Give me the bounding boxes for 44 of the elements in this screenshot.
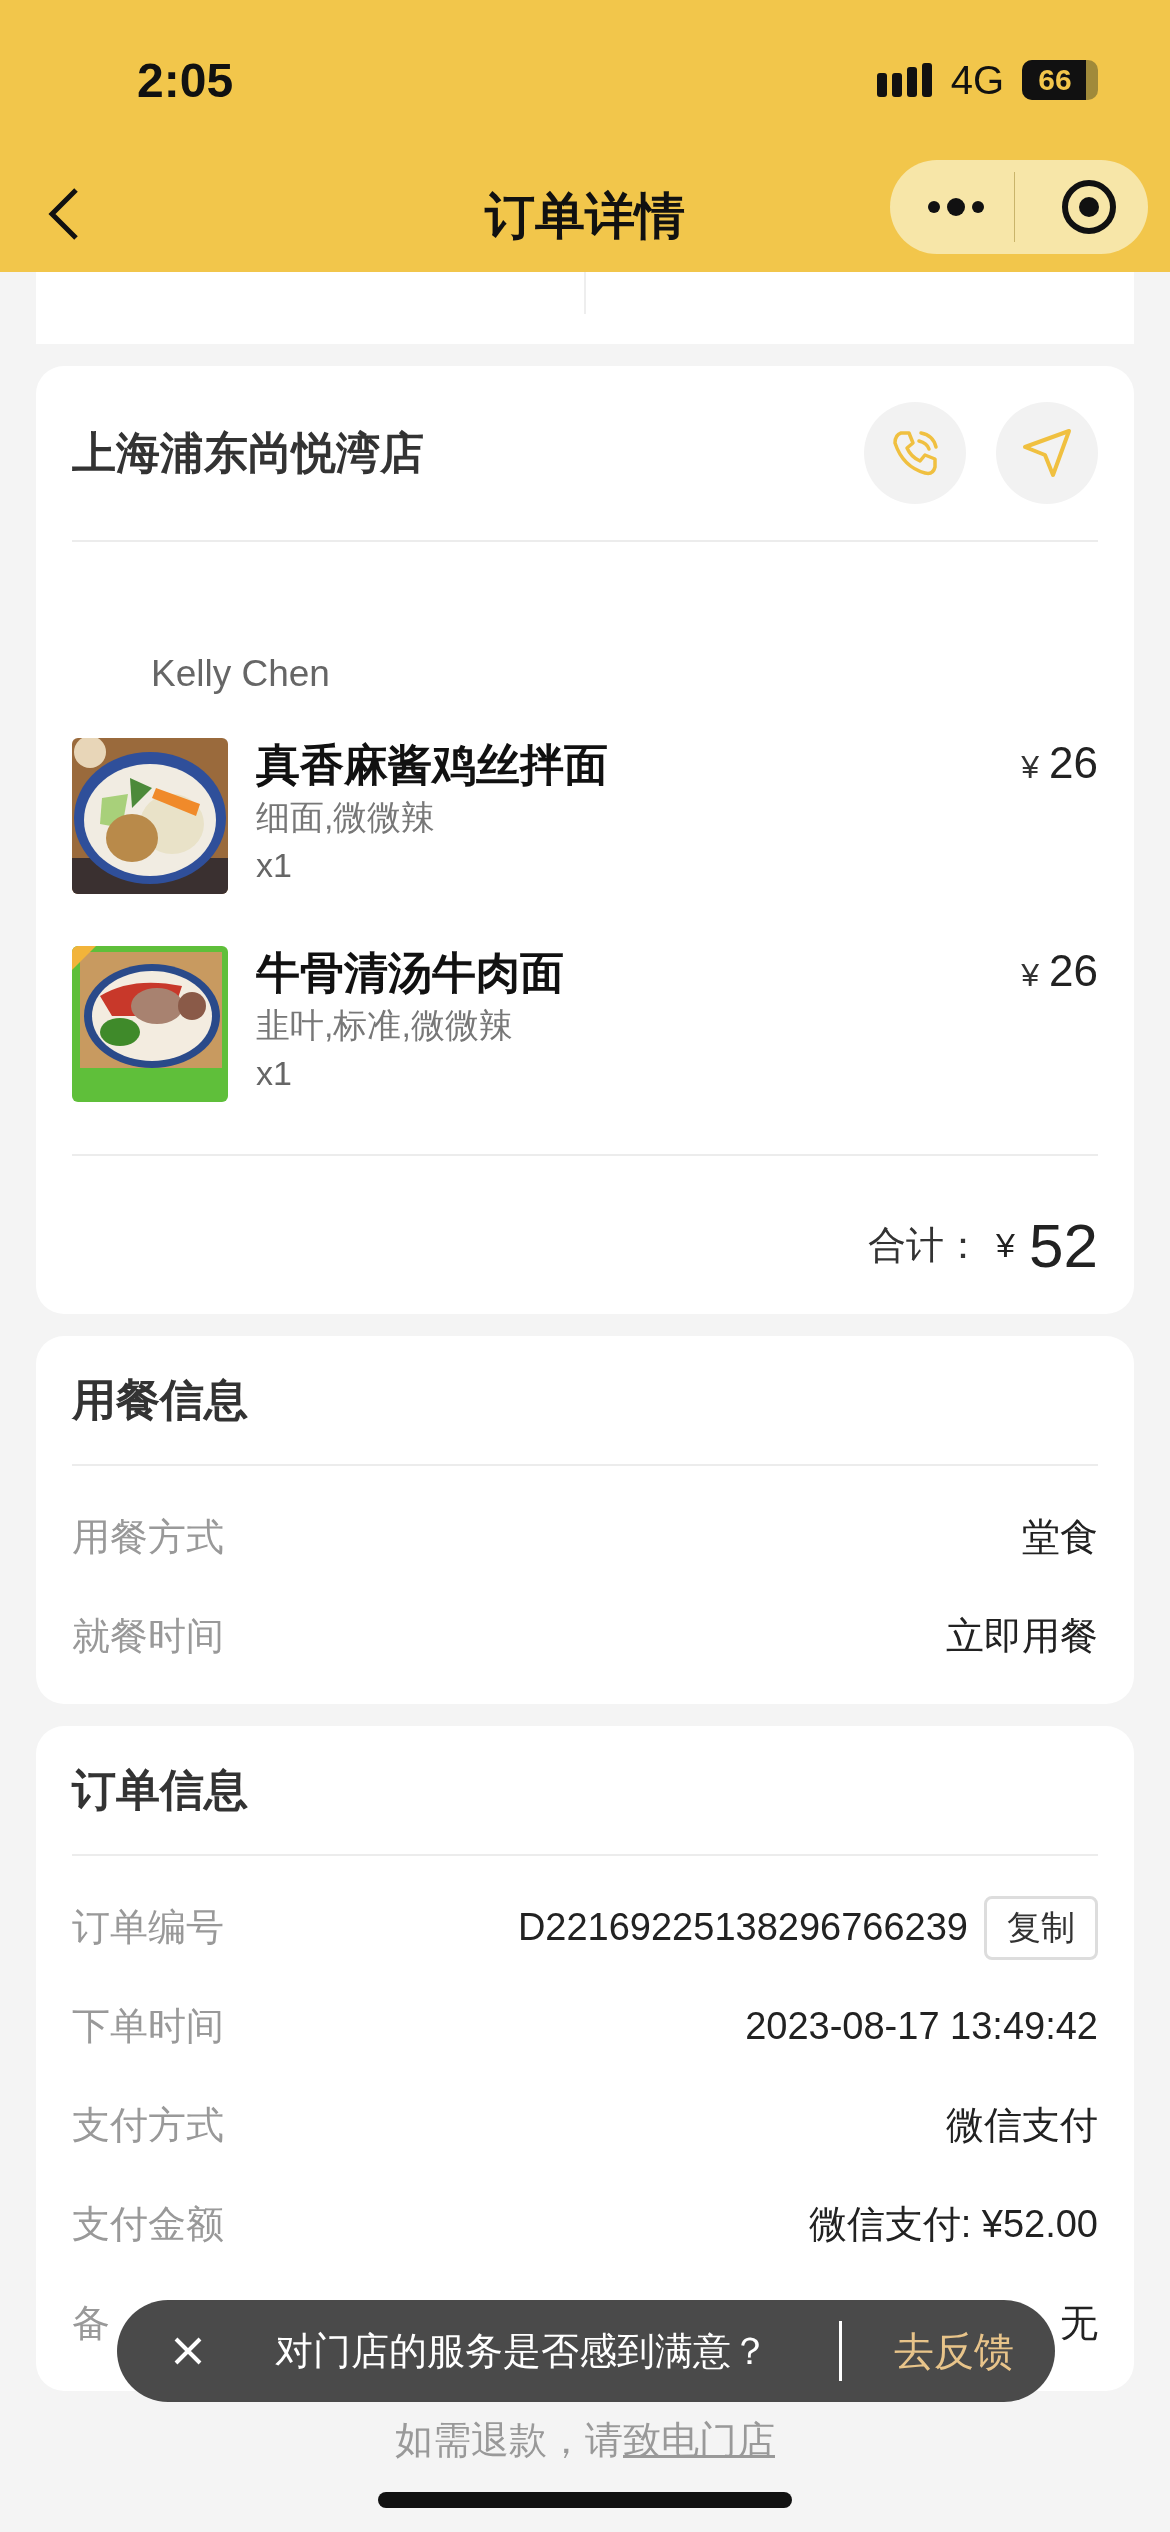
field-value: 立即用餐	[946, 1614, 1098, 1659]
dish-options: 细面,微微辣	[256, 792, 1022, 842]
field-label: 订单编号	[72, 1905, 224, 1950]
field-value: D22169225138296766239	[517, 1906, 968, 1949]
currency-symbol: ¥	[996, 1225, 1016, 1265]
battery-icon: 66	[1022, 60, 1098, 100]
dish-price: 26	[1049, 738, 1098, 788]
dish-quantity: x1	[256, 1053, 293, 1094]
refund-note: 如需退款，请致电门店	[395, 2419, 775, 2461]
field-value: 无	[1060, 2301, 1098, 2346]
field-label: 备	[72, 2301, 110, 2346]
dish-price: 26	[1049, 946, 1098, 996]
dish-options: 韭叶,标准,微微辣	[256, 1000, 1022, 1050]
field-label: 下单时间	[72, 2004, 224, 2049]
feedback-button[interactable]: 去反馈	[894, 2323, 1014, 2379]
copy-button[interactable]: 复制	[984, 1895, 1098, 1960]
toast-message: 对门店的服务是否感到满意？	[275, 2328, 769, 2374]
network-label: 4G	[950, 57, 1004, 103]
currency-symbol: ¥	[1021, 749, 1040, 786]
total-amount: 52	[1029, 1209, 1098, 1281]
total-label: 合计：	[868, 1222, 983, 1268]
field-label: 支付金额	[72, 2202, 224, 2247]
dish-quantity: x1	[256, 845, 293, 886]
store-name: 上海浦东尚悦湾店	[72, 426, 425, 479]
close-icon[interactable]	[173, 2336, 203, 2366]
section-title: 订单信息	[72, 1763, 248, 1816]
navigation-arrow-icon	[1021, 427, 1073, 479]
status-time: 2:05	[137, 52, 234, 108]
section-title: 用餐信息	[72, 1373, 248, 1426]
dish-name: 牛骨清汤牛肉面	[256, 947, 565, 999]
field-value: 堂食	[1022, 1515, 1098, 1560]
currency-symbol: ¥	[1021, 957, 1040, 994]
field-label: 支付方式	[72, 2103, 224, 2148]
page-title: 订单详情	[485, 186, 685, 246]
field-label: 用餐方式	[72, 1515, 224, 1560]
field-value: 微信支付	[946, 2103, 1098, 2148]
more-icon[interactable]	[926, 197, 986, 217]
field-value: 2023-08-17 13:49:42	[745, 2005, 1098, 2048]
close-target-icon[interactable]	[1061, 179, 1117, 235]
field-value: 微信支付: ¥52.00	[808, 2202, 1098, 2247]
customer-name: Kelly Chen	[150, 652, 331, 696]
signal-icon	[876, 63, 933, 97]
dish-name: 真香麻酱鸡丝拌面	[256, 739, 609, 791]
field-label: 就餐时间	[72, 1614, 224, 1659]
